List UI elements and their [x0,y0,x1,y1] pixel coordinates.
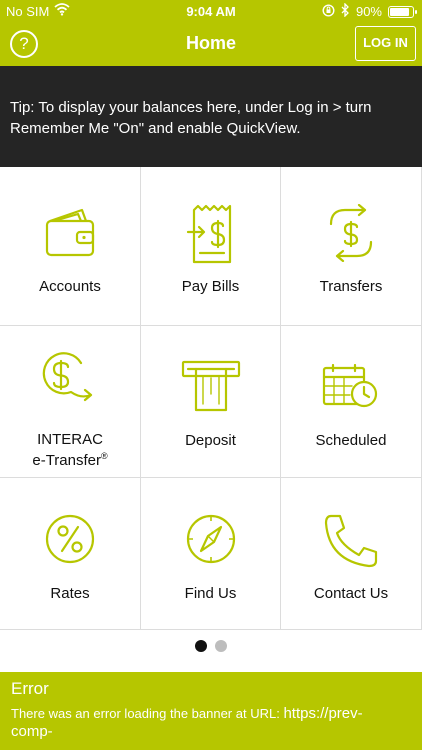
tile-deposit[interactable]: Deposit [141,326,281,478]
quick-action-grid: Accounts Pay Bills Transfers INTERAC e-T… [0,167,422,630]
tile-label-line2: e-Transfer [32,452,101,469]
tile-scheduled[interactable]: Scheduled [281,326,422,478]
wallet-icon [0,206,140,258]
bill-icon [141,204,280,264]
tile-transfers[interactable]: Transfers [281,167,422,326]
tile-label: Find Us [184,585,237,602]
tile-interac-etransfer[interactable]: INTERAC e-Transfer® [0,326,141,478]
orientation-lock-icon [322,3,335,20]
tile-label: Scheduled [315,432,387,449]
tile-pay-bills[interactable]: Pay Bills [141,167,281,326]
tile-accounts[interactable]: Accounts [0,167,141,326]
page-dot-active[interactable] [195,640,207,652]
page-indicator [0,640,422,652]
tile-label: Transfers [319,278,383,295]
tile-label: Contact Us [313,585,389,602]
error-banner: Error There was an error loading the ban… [0,672,422,750]
tile-find-us[interactable]: Find Us [141,478,281,630]
page-dot[interactable] [215,640,227,652]
etransfer-icon [0,351,140,403]
tile-label: Deposit [185,432,236,449]
percent-icon [0,513,140,565]
header-bar: No SIM 9:04 AM 90% ? Home LOG IN [0,0,422,66]
atm-deposit-icon [141,360,280,412]
tile-label: Rates [50,585,90,602]
registered-mark: ® [101,451,108,461]
login-button[interactable]: LOG IN [355,26,416,61]
tile-label-line1: INTERAC [37,431,103,448]
phone-icon [281,513,421,569]
bluetooth-icon [341,2,350,20]
error-message: There was an error loading the banner at… [11,705,411,741]
tip-banner: Tip: To display your balances here, unde… [0,66,422,167]
battery-percent: 90% [355,4,382,19]
tile-label: Accounts [39,278,101,295]
tip-text: Tip: To display your balances here, unde… [10,99,372,137]
error-url[interactable]: https://prev- [283,705,362,722]
error-text: There was an error loading the banner at… [11,706,284,721]
error-url-continued[interactable]: comp- [11,723,53,740]
status-bar: No SIM 9:04 AM 90% [0,0,422,22]
compass-icon [141,513,280,565]
transfer-icon [281,204,421,262]
tile-label-interac: INTERAC e-Transfer® [0,431,140,469]
calendar-clock-icon [281,364,421,408]
tile-rates[interactable]: Rates [0,478,141,630]
tile-contact-us[interactable]: Contact Us [281,478,422,630]
battery-icon [388,5,417,18]
tile-label: Pay Bills [181,278,240,295]
error-title: Error [11,679,49,698]
